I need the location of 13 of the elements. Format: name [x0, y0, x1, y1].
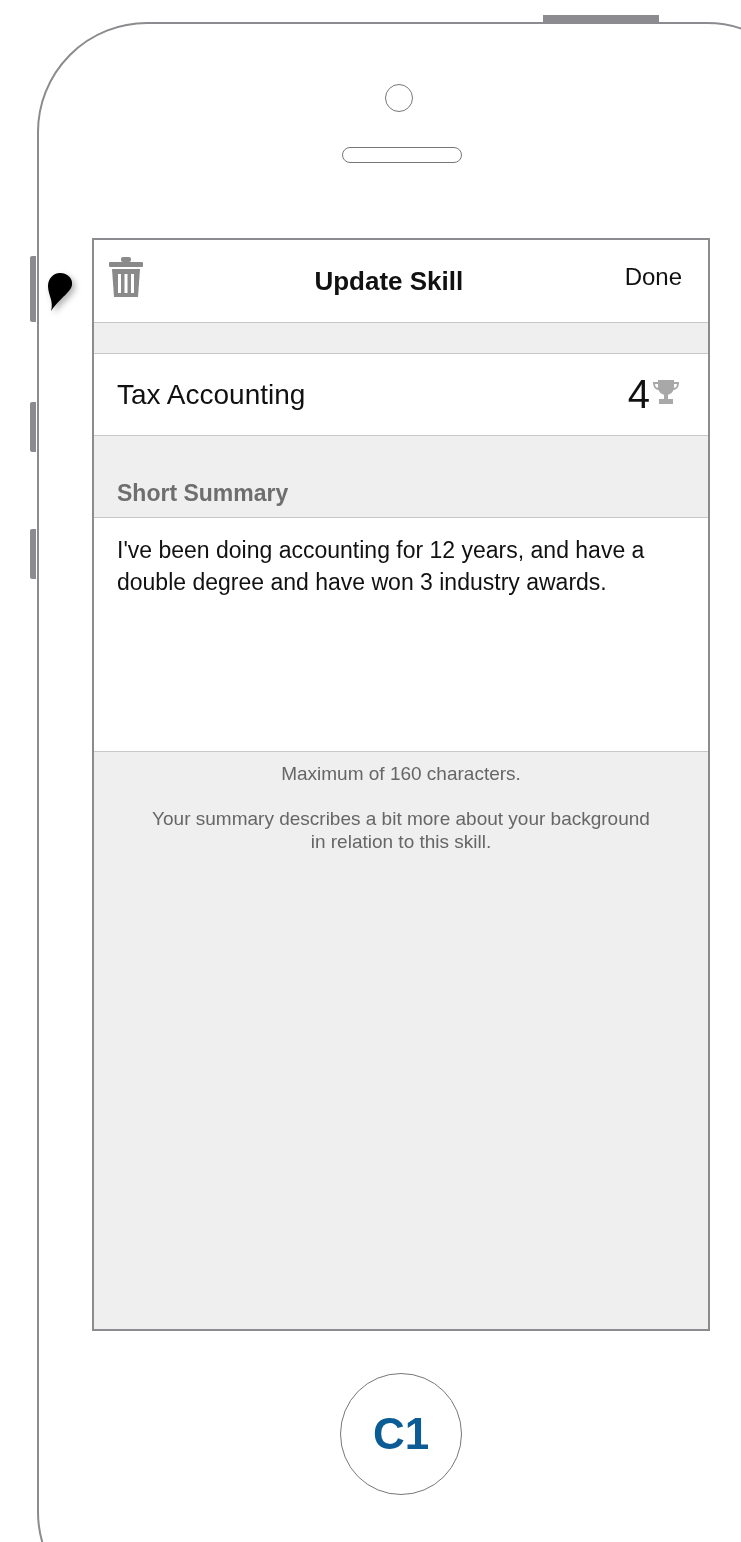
- hint-text: Maximum of 160 characters.: [281, 762, 521, 785]
- hint-text: Your summary describes a bit more about your background in relation to this skill.: [151, 807, 651, 853]
- screen-title: Update Skill: [313, 265, 465, 297]
- done-button[interactable]: Done: [624, 263, 682, 291]
- home-button[interactable]: C1: [340, 1373, 462, 1495]
- skill-row[interactable]: Tax Accounting 4: [94, 353, 708, 436]
- skill-rating: 4: [627, 372, 650, 417]
- skill-name: Tax Accounting: [117, 378, 307, 411]
- trash-icon[interactable]: [109, 257, 143, 297]
- teardrop-icon: [45, 271, 75, 313]
- section-label: Short Summary: [117, 480, 289, 507]
- summary-field[interactable]: I've been doing accounting for 12 years, and have a double degree and have won 3 industry awards.: [94, 518, 708, 752]
- trophy-icon: [652, 378, 680, 405]
